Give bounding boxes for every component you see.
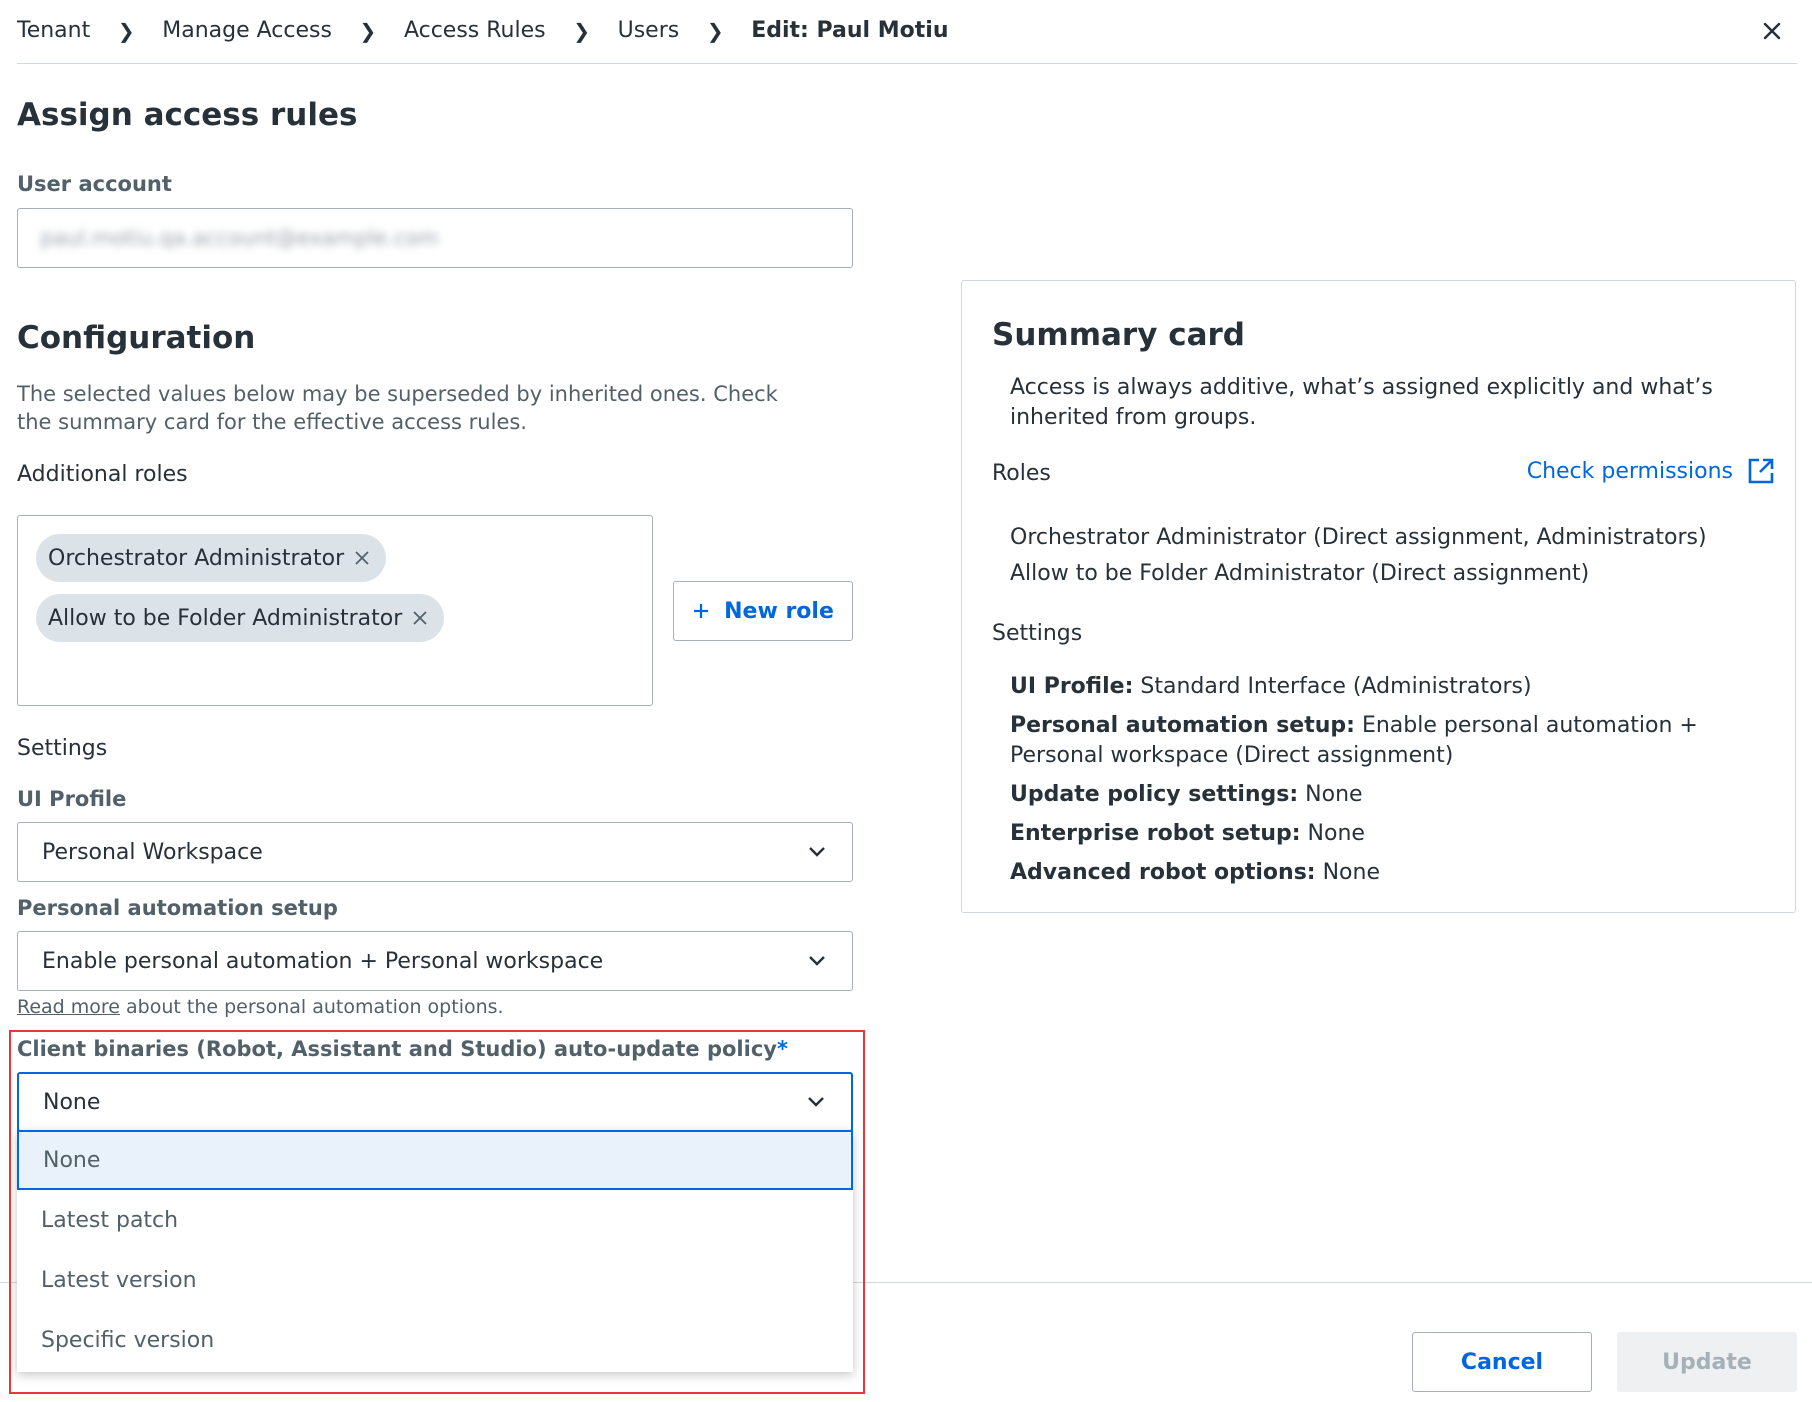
remove-chip-button[interactable] (410, 608, 430, 628)
user-account-input[interactable]: paul.motiu.qa.account@example.com (17, 208, 853, 268)
setting-value: None (1315, 860, 1380, 885)
breadcrumb-tenant[interactable]: Tenant (17, 18, 90, 43)
setting-value: Standard Interface (Administrators) (1133, 674, 1532, 699)
close-button[interactable] (1755, 14, 1789, 48)
summary-role-item: Allow to be Folder Administrator (Direct… (1010, 561, 1590, 586)
configuration-help: The selected values below may be superse… (17, 382, 778, 434)
setting-key: UI Profile: (1010, 674, 1134, 699)
summary-setting-personal-automation: Personal automation setup: Enable person… (1010, 711, 1750, 771)
summary-roles-label: Roles (992, 461, 1051, 486)
chevron-right-icon: ❯ (573, 18, 590, 43)
setting-key: Personal automation setup: (1010, 713, 1355, 738)
breadcrumb: Tenant ❯ Manage Access ❯ Access Rules ❯ … (17, 18, 948, 43)
close-icon (413, 611, 427, 625)
read-more-suffix: about the personal automation options. (120, 996, 504, 1018)
close-icon (1763, 22, 1781, 40)
close-icon (355, 551, 369, 565)
read-more-link[interactable]: Read more (17, 996, 120, 1018)
summary-setting-enterprise-robot: Enterprise robot setup: None (1010, 819, 1750, 849)
additional-roles-field[interactable]: Orchestrator Administrator Allow to be F… (17, 515, 653, 706)
ui-profile-label: UI Profile (17, 787, 127, 811)
check-permissions-label: Check permissions (1526, 458, 1733, 484)
breadcrumb-manage-access[interactable]: Manage Access (162, 18, 332, 43)
auto-update-label-text: Client binaries (Robot, Assistant and St… (17, 1037, 777, 1061)
page-title: Assign access rules (17, 97, 358, 133)
summary-setting-advanced-robot: Advanced robot options: None (1010, 858, 1750, 888)
breadcrumb-users[interactable]: Users (618, 18, 680, 43)
summary-description: Access is always additive, what’s assign… (1010, 375, 1713, 430)
option-latest-patch[interactable]: Latest patch (17, 1190, 853, 1250)
summary-setting-ui-profile: UI Profile: Standard Interface (Administ… (1010, 672, 1750, 702)
summary-setting-update-policy: Update policy settings: None (1010, 780, 1750, 810)
settings-label: Settings (17, 736, 108, 761)
summary-settings-label: Settings (992, 621, 1083, 646)
personal-automation-value: Enable personal automation + Personal wo… (42, 948, 604, 974)
cancel-button[interactable]: Cancel (1412, 1332, 1592, 1392)
ui-profile-select[interactable]: Personal Workspace (17, 822, 853, 882)
required-asterisk: * (776, 1037, 788, 1061)
user-account-label: User account (17, 172, 172, 196)
setting-key: Enterprise robot setup: (1010, 821, 1301, 846)
option-none[interactable]: None (17, 1130, 853, 1190)
summary-title: Summary card (992, 317, 1245, 353)
new-role-button[interactable]: New role (673, 581, 853, 641)
auto-update-label: Client binaries (Robot, Assistant and St… (17, 1037, 788, 1061)
top-bar: Tenant ❯ Manage Access ❯ Access Rules ❯ … (0, 0, 1812, 66)
setting-value: None (1298, 782, 1363, 807)
configuration-title: Configuration (17, 320, 256, 356)
ui-profile-value: Personal Workspace (42, 839, 263, 865)
breadcrumb-current: Edit: Paul Motiu (751, 18, 949, 43)
external-link-icon (1748, 458, 1774, 484)
user-account-value: paul.motiu.qa.account@example.com (40, 226, 439, 250)
role-chip-folder-admin: Allow to be Folder Administrator (36, 594, 445, 642)
setting-key: Advanced robot options: (1010, 860, 1316, 885)
chevron-down-icon (806, 841, 828, 863)
header-divider (17, 63, 1797, 64)
summary-card: Summary card Access is always additive, … (961, 280, 1796, 913)
role-chip-label: Orchestrator Administrator (48, 545, 345, 571)
update-button[interactable]: Update (1617, 1332, 1797, 1392)
summary-role-item: Orchestrator Administrator (Direct assig… (1010, 525, 1707, 550)
breadcrumb-access-rules[interactable]: Access Rules (404, 18, 546, 43)
option-latest-version[interactable]: Latest version (17, 1250, 853, 1310)
role-chip-orchestrator-admin: Orchestrator Administrator (36, 534, 387, 582)
auto-update-select[interactable]: None (17, 1072, 853, 1132)
check-permissions-link[interactable]: Check permissions (1527, 457, 1775, 485)
setting-value: None (1300, 821, 1365, 846)
additional-roles-label: Additional roles (17, 462, 188, 487)
auto-update-options-menu: None Latest patch Latest version Specifi… (17, 1130, 853, 1372)
auto-update-value: None (43, 1089, 101, 1115)
setting-key: Update policy settings: (1010, 782, 1299, 807)
role-chip-label: Allow to be Folder Administrator (48, 605, 403, 631)
remove-chip-button[interactable] (352, 548, 372, 568)
chevron-right-icon: ❯ (117, 18, 135, 43)
plus-icon (694, 604, 709, 618)
read-more-help: Read more about the personal automation … (17, 996, 504, 1018)
chevron-right-icon: ❯ (706, 18, 724, 43)
option-specific-version[interactable]: Specific version (17, 1310, 853, 1370)
chevron-right-icon: ❯ (359, 18, 377, 43)
new-role-label: New role (724, 598, 834, 624)
chevron-down-icon (806, 950, 828, 972)
personal-automation-label: Personal automation setup (17, 896, 338, 920)
personal-automation-select[interactable]: Enable personal automation + Personal wo… (17, 931, 853, 991)
chevron-down-icon (805, 1091, 827, 1113)
